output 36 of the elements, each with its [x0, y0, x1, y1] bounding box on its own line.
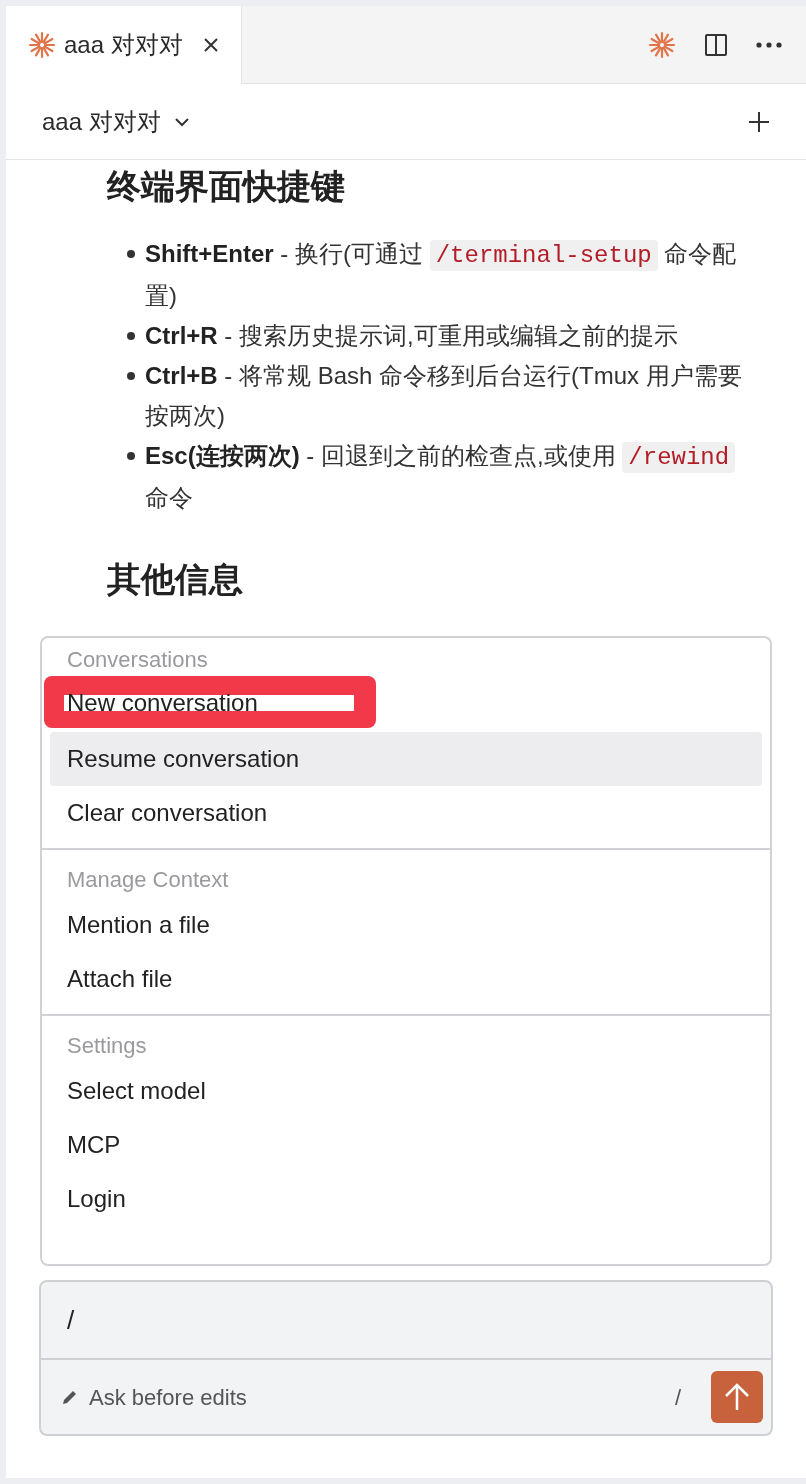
list-item-text: Esc(连按两次) - 回退到之前的检查点,或使用 /rewind 命令 — [145, 436, 748, 518]
conversation-title-dropdown[interactable]: aaa 对对对 — [42, 103, 191, 140]
close-icon[interactable] — [203, 37, 219, 53]
menu-item[interactable]: New conversation — [50, 676, 350, 730]
editor-tab[interactable]: aaa 对对对 — [6, 6, 242, 84]
menu-section-title: Conversations — [66, 645, 209, 674]
menu-item[interactable]: Login — [50, 1172, 762, 1226]
menu-item[interactable]: Clear conversation — [50, 786, 762, 840]
list-item-text: Shift+Enter - 换行(可通过 /terminal-setup 命令配置) — [145, 239, 738, 311]
send-button[interactable] — [711, 1371, 763, 1423]
asterisk-icon — [28, 31, 56, 59]
menu-item[interactable]: Mention a file — [50, 898, 762, 952]
asterisk-icon[interactable] — [648, 30, 676, 59]
menu-section-title: Manage Context — [66, 865, 230, 894]
bullet-icon — [127, 332, 135, 340]
section-heading: 终端界面快捷键 — [107, 166, 346, 207]
list-item-text: Ctrl+B - 将常规 Bash 命令移到后台运行(Tmux 用户需要按两次) — [145, 361, 743, 431]
bullet-icon — [127, 452, 135, 460]
pencil-icon — [61, 1388, 79, 1406]
split-editor-icon[interactable] — [704, 32, 728, 57]
edit-mode-button[interactable]: Ask before edits — [61, 1380, 247, 1414]
bullet-icon — [127, 250, 135, 258]
arrow-up-icon — [724, 1382, 750, 1412]
list-item-text: Ctrl+R - 搜索历史提示词,可重用或编辑之前的提示 — [145, 321, 678, 351]
bullet-icon — [127, 372, 135, 380]
chevron-down-icon — [172, 115, 191, 128]
menu-item[interactable]: Resume conversation — [50, 732, 762, 786]
menu-item[interactable]: Attach file — [50, 952, 762, 1006]
menu-section-title: Settings — [66, 1031, 148, 1060]
message-input[interactable]: / — [67, 1300, 745, 1340]
more-icon[interactable] — [756, 41, 782, 48]
section-heading: 其他信息 — [107, 559, 244, 600]
menu-item[interactable]: Select model — [50, 1064, 762, 1118]
shortcut-hint: / — [674, 1383, 681, 1412]
menu-item[interactable]: MCP — [50, 1118, 762, 1172]
plus-icon[interactable] — [748, 110, 770, 133]
